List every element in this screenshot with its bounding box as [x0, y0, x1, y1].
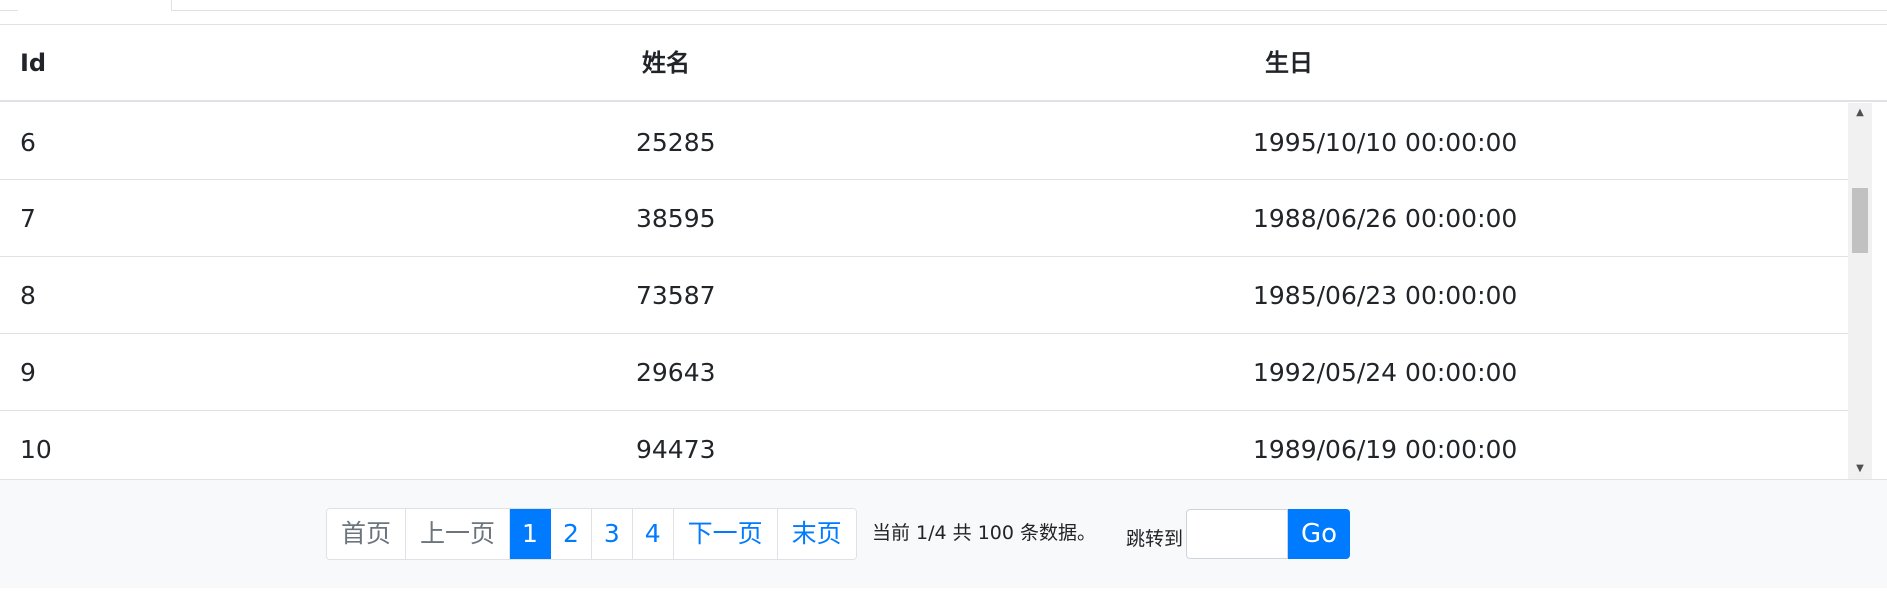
- cell-birthday: 1995/10/10 00:00:00: [1253, 128, 1518, 157]
- cell-id: 8: [20, 281, 36, 310]
- column-header-id[interactable]: Id: [20, 25, 46, 101]
- page-button-2[interactable]: 2: [550, 509, 592, 559]
- cell-name: 94473: [636, 435, 716, 464]
- tab-divider: [172, 10, 1887, 11]
- prev-page-button[interactable]: 上一页: [406, 509, 511, 559]
- table-row[interactable]: 9 29643 1992/05/24 00:00:00: [0, 334, 1848, 411]
- triangle-down-icon[interactable]: ▼: [1848, 459, 1872, 479]
- table-row[interactable]: 7 38595 1988/06/26 00:00:00: [0, 180, 1848, 257]
- pagination-footer: 首页 上一页 1 2 3 4 下一页 末页 当前 1/4 共 100 条数据。 …: [0, 479, 1887, 588]
- cell-id: 9: [20, 358, 36, 387]
- table-header: Id 姓名 生日: [0, 24, 1887, 102]
- next-page-button[interactable]: 下一页: [673, 509, 778, 559]
- cell-id: 10: [20, 435, 52, 464]
- cell-birthday: 1988/06/26 00:00:00: [1253, 204, 1518, 233]
- cell-name: 25285: [636, 128, 716, 157]
- first-page-button[interactable]: 首页: [327, 509, 407, 559]
- table-body[interactable]: 6 25285 1995/10/10 00:00:00 7 38595 1988…: [0, 113, 1866, 479]
- cell-name: 29643: [636, 358, 716, 387]
- column-header-name[interactable]: 姓名: [642, 25, 690, 101]
- table-row[interactable]: 6 25285 1995/10/10 00:00:00: [0, 113, 1848, 180]
- page-status-text: 当前 1/4 共 100 条数据。: [872, 522, 1097, 544]
- page-button-3[interactable]: 3: [591, 509, 633, 559]
- cell-name: 38595: [636, 204, 716, 233]
- jump-page-input[interactable]: [1186, 509, 1288, 559]
- triangle-up-icon[interactable]: ▲: [1848, 103, 1872, 123]
- cell-birthday: 1992/05/24 00:00:00: [1253, 358, 1518, 387]
- last-page-button[interactable]: 末页: [777, 509, 856, 559]
- cell-birthday: 1985/06/23 00:00:00: [1253, 281, 1518, 310]
- vertical-scrollbar[interactable]: ▲ ▼: [1848, 103, 1872, 479]
- column-header-birthday[interactable]: 生日: [1265, 25, 1313, 101]
- cell-birthday: 1989/06/19 00:00:00: [1253, 435, 1518, 464]
- cell-id: 7: [20, 204, 36, 233]
- cell-name: 73587: [636, 281, 716, 310]
- tab-strip: [0, 0, 1887, 11]
- table-row[interactable]: 10 94473 1989/06/19 00:00:00: [0, 411, 1848, 479]
- page: Id 姓名 生日 6 25285 1995/10/10 00:00:00 7 3…: [0, 0, 1887, 602]
- table-row[interactable]: 8 73587 1985/06/23 00:00:00: [0, 257, 1848, 334]
- pagination: 首页 上一页 1 2 3 4 下一页 末页: [326, 508, 857, 560]
- cell-id: 6: [20, 128, 36, 157]
- page-button-4[interactable]: 4: [632, 509, 674, 559]
- go-button[interactable]: Go: [1288, 509, 1350, 559]
- active-tab[interactable]: [18, 0, 172, 11]
- scrollbar-thumb[interactable]: [1852, 188, 1868, 253]
- tab-divider: [0, 10, 18, 11]
- jump-label: 跳转到: [1126, 528, 1184, 550]
- page-button-1[interactable]: 1: [510, 509, 551, 559]
